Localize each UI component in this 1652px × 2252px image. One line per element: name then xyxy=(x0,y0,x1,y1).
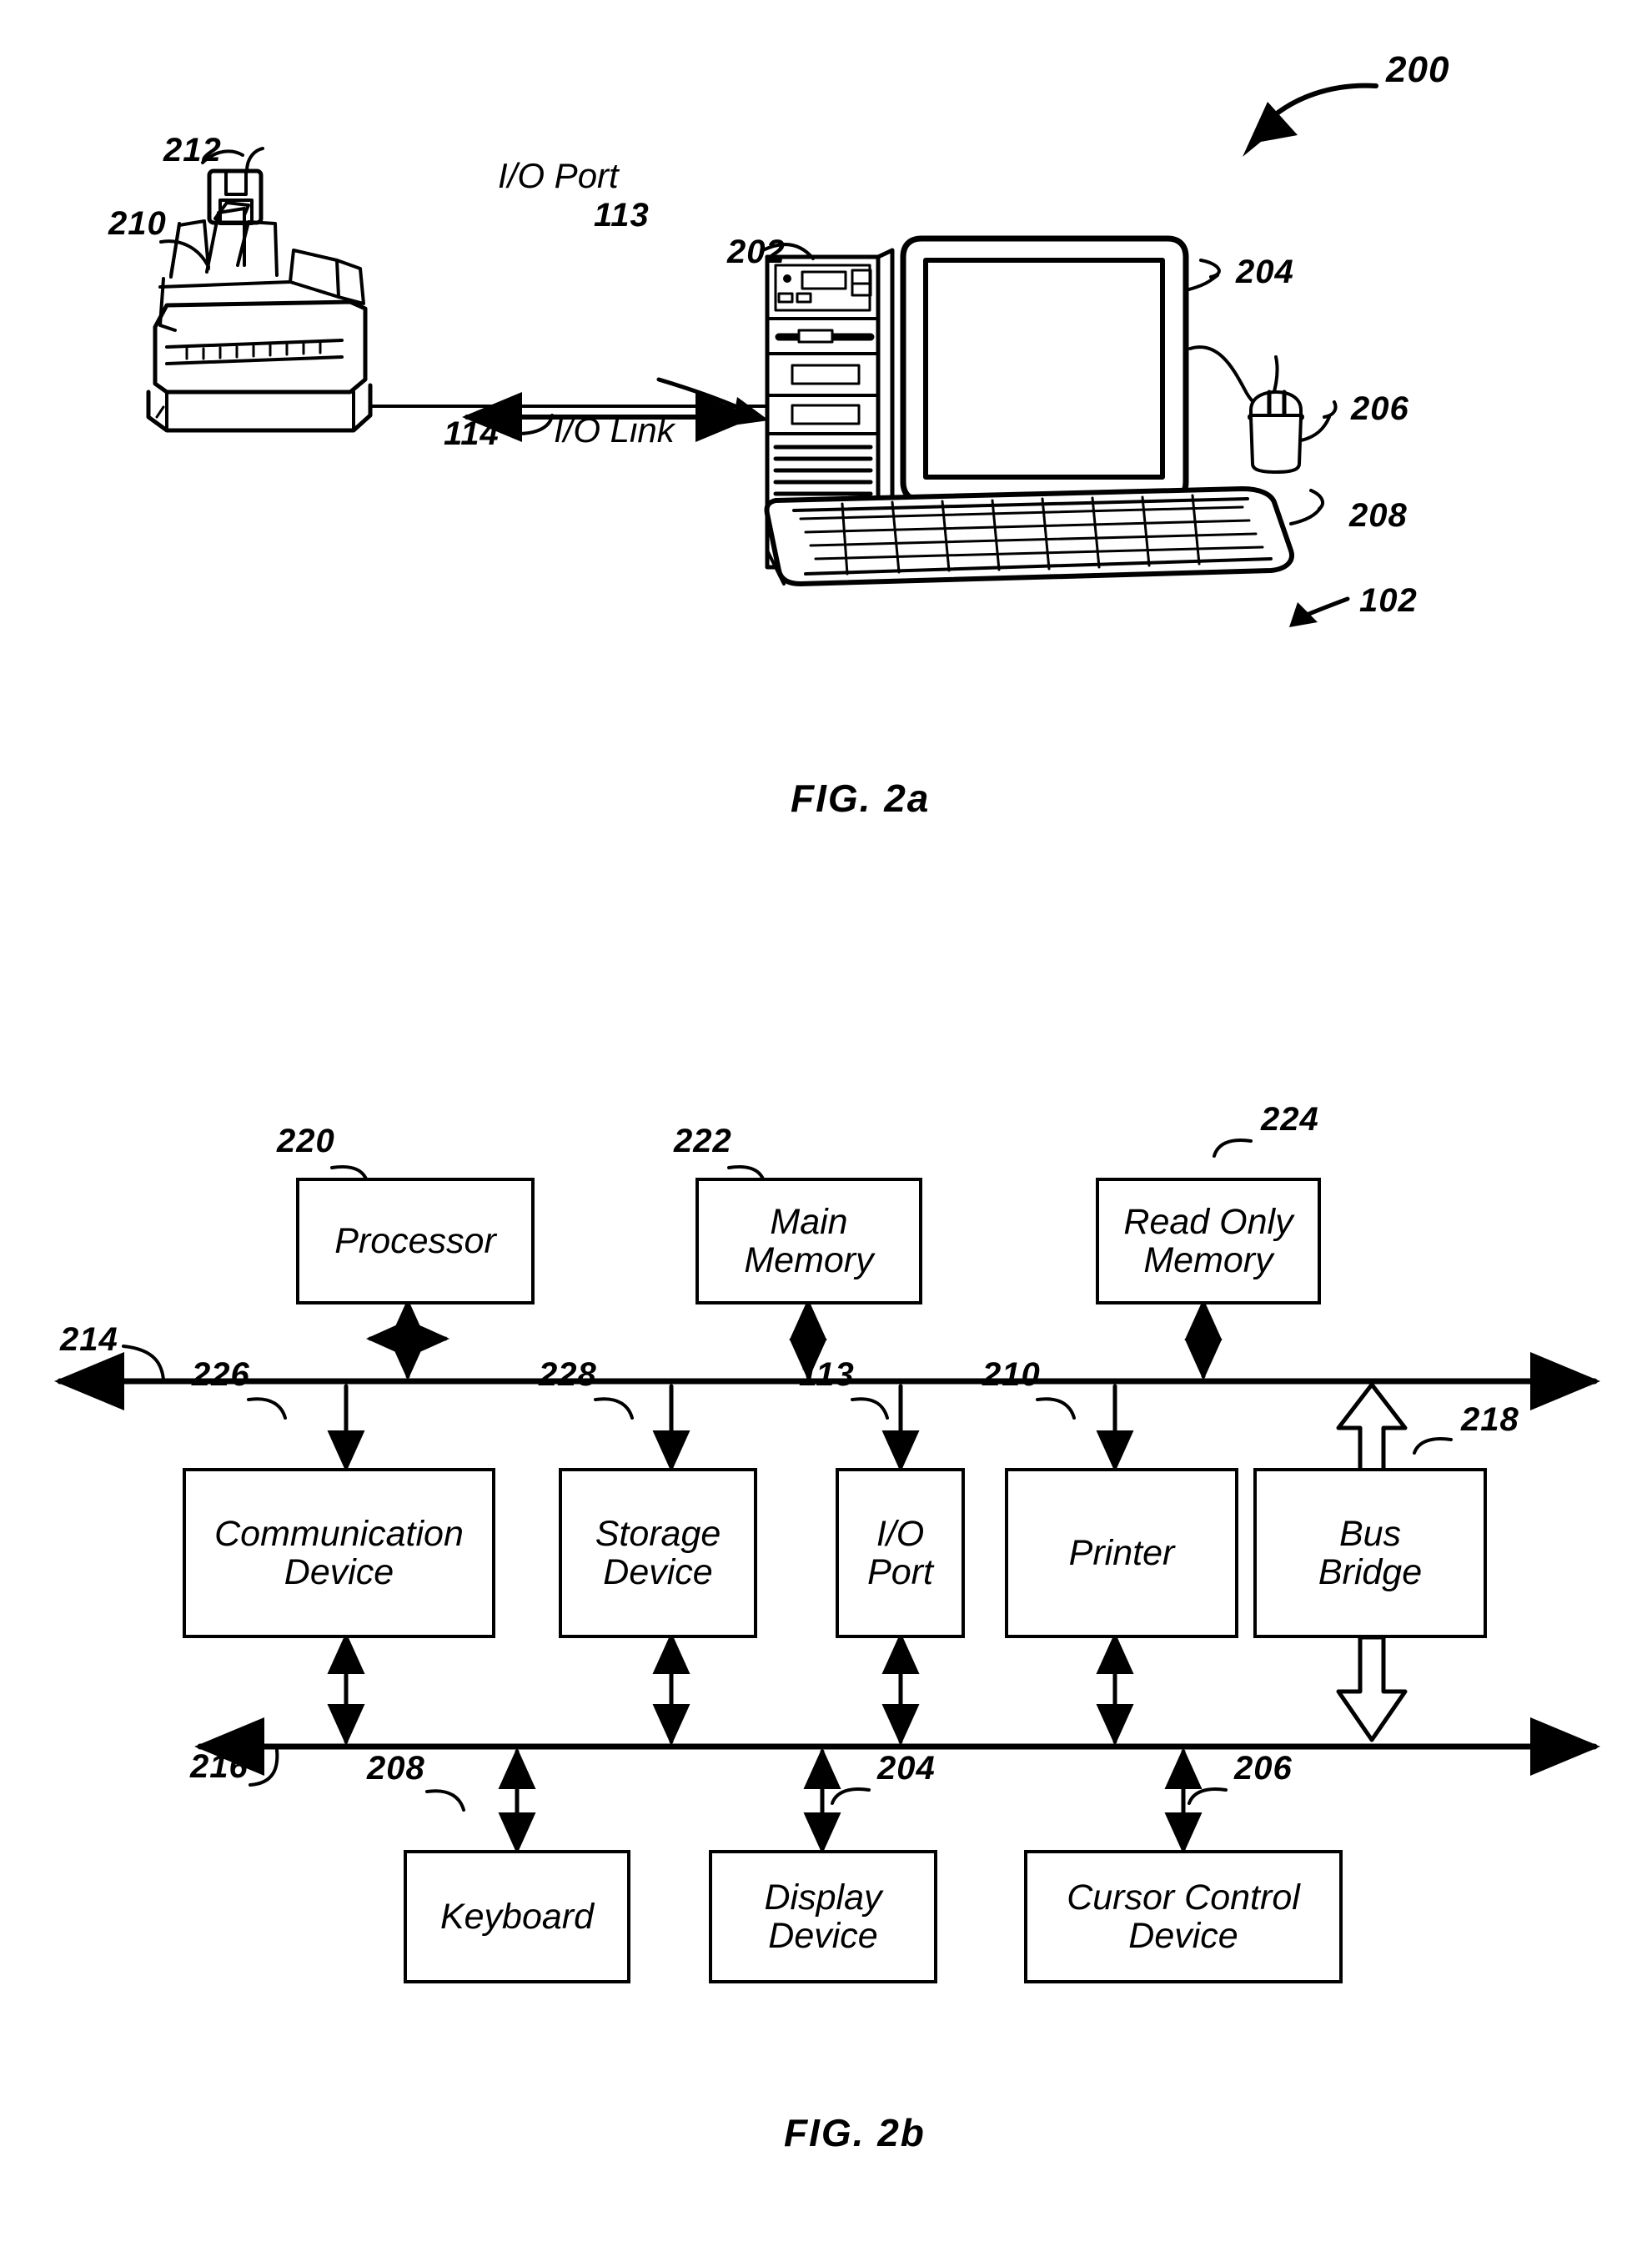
block-bus-bridge-line-2: Bridge xyxy=(1318,1552,1423,1592)
mouse-illustration xyxy=(1188,345,1304,474)
block-keyboard-line-1: Keyboard xyxy=(439,1896,595,1937)
ref-number-222: 222 xyxy=(674,1123,732,1159)
block-storage-line-2: Device xyxy=(603,1552,713,1592)
block-read-only-memory[interactable]: Read Only Memory xyxy=(1096,1178,1321,1304)
block-display-line-2: Device xyxy=(768,1916,878,1956)
keyboard-illustration xyxy=(764,486,1294,586)
ref-number-102: 102 xyxy=(1359,582,1418,619)
block-keyboard[interactable]: Keyboard xyxy=(404,1850,630,1983)
block-storage-device[interactable]: Storage Device xyxy=(559,1468,757,1638)
io-link-label: I/O Link xyxy=(554,410,675,450)
ref-number-204: 204 xyxy=(1236,254,1294,290)
ref-leader-224 xyxy=(1213,1139,1253,1158)
block-cursor-control-device[interactable]: Cursor Control Device xyxy=(1024,1850,1343,1983)
ref-leader-204b xyxy=(831,1787,871,1805)
bus-bridge-arrow-down xyxy=(1336,1635,1408,1742)
ref-leader-210 xyxy=(159,239,210,269)
ref-leader-102 xyxy=(1289,596,1350,627)
ref-number-220: 220 xyxy=(277,1123,335,1159)
block-printer[interactable]: Printer xyxy=(1005,1468,1238,1638)
block-processor-line-1: Processor xyxy=(334,1220,496,1261)
ref-number-226: 226 xyxy=(192,1356,250,1393)
ref-leader-216 xyxy=(249,1748,279,1787)
ref-leader-226 xyxy=(247,1397,287,1420)
ref-number-206: 206 xyxy=(1351,390,1409,427)
ref-number-224: 224 xyxy=(1261,1101,1319,1138)
printer-illustration xyxy=(146,201,373,433)
ref-leader-210b xyxy=(1036,1397,1076,1420)
block-io-port[interactable]: I/O Port xyxy=(836,1468,965,1638)
ref-number-113b: 113 xyxy=(799,1356,855,1393)
io-port-label: I/O Port xyxy=(498,156,619,195)
ref-number-208: 208 xyxy=(1349,497,1408,534)
ref-leader-214 xyxy=(122,1345,165,1381)
ref-number-202: 202 xyxy=(727,234,786,270)
block-processor[interactable]: Processor xyxy=(296,1178,535,1304)
figure-caption-2b: FIG. 2b xyxy=(784,2111,926,2154)
ref-number-113: 113 xyxy=(594,197,650,234)
ref-number-208b: 208 xyxy=(367,1750,425,1787)
bus-bridge-arrow-up xyxy=(1336,1382,1408,1479)
ref-leader-206 xyxy=(1323,400,1338,419)
ref-leader-113b xyxy=(851,1397,889,1420)
block-display-line-1: Display xyxy=(764,1877,882,1918)
ref-number-206b: 206 xyxy=(1234,1750,1293,1787)
block-main-memory-line-1: Main xyxy=(770,1201,848,1242)
ref-number-210b: 210 xyxy=(982,1356,1041,1393)
block-rom-line-2: Memory xyxy=(1143,1240,1273,1280)
block-cursor-line-2: Device xyxy=(1128,1916,1238,1956)
block-io-port-line-1: I/O xyxy=(876,1513,925,1554)
ref-number-216: 216 xyxy=(190,1748,249,1785)
ref-number-218: 218 xyxy=(1461,1401,1519,1438)
block-cursor-line-1: Cursor Control xyxy=(1067,1877,1300,1918)
block-main-memory-line-2: Memory xyxy=(744,1240,874,1280)
ref-number-204b: 204 xyxy=(877,1750,936,1787)
block-printer-line-1: Printer xyxy=(1068,1532,1175,1573)
ref-leader-200 xyxy=(1243,83,1378,157)
ref-number-210: 210 xyxy=(108,205,167,242)
block-communication-line-1: Communication xyxy=(214,1513,464,1554)
ref-leader-206b xyxy=(1188,1787,1228,1805)
block-communication-device[interactable]: Communication Device xyxy=(183,1468,495,1638)
ref-number-114: 114 xyxy=(444,415,500,452)
block-io-port-line-2: Port xyxy=(867,1552,933,1592)
ref-leader-218 xyxy=(1413,1437,1453,1455)
block-display-device[interactable]: Display Device xyxy=(709,1850,937,1983)
block-storage-line-1: Storage xyxy=(595,1513,721,1554)
ref-number-228: 228 xyxy=(539,1356,597,1393)
ref-number-212: 212 xyxy=(163,132,222,168)
monitor-illustration xyxy=(900,235,1189,531)
ref-leader-208b xyxy=(425,1789,465,1812)
block-bus-bridge-line-1: Bus xyxy=(1338,1513,1402,1554)
block-communication-line-2: Device xyxy=(284,1552,394,1592)
block-main-memory[interactable]: Main Memory xyxy=(695,1178,922,1304)
block-bus-bridge[interactable]: Bus Bridge xyxy=(1253,1468,1487,1638)
block-rom-line-1: Read Only xyxy=(1123,1201,1293,1242)
ref-number-214: 214 xyxy=(60,1321,118,1358)
ref-number-200: 200 xyxy=(1386,49,1450,90)
ref-leader-228 xyxy=(594,1397,634,1420)
figure-caption-2a: FIG. 2a xyxy=(791,777,931,820)
patent-drawing-sheet: 200 212 210 I/O Port 113 114 I/O Link 20… xyxy=(0,0,1652,2252)
